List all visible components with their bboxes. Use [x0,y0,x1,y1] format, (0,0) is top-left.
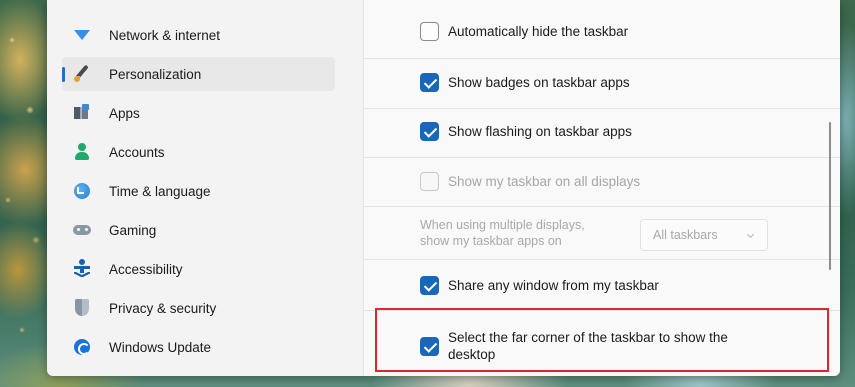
nav-item-label: Gaming [109,222,157,238]
divider [364,157,840,158]
nav-item-label: Accessibility [109,261,183,277]
show-flashing-option[interactable]: Show flashing on taskbar apps [420,122,632,141]
nav-item-label: Network & internet [109,27,221,43]
multiple-displays-label: When using multiple displays, show my ta… [420,217,620,249]
show-flashing-checkbox[interactable] [420,122,439,141]
show-badges-checkbox[interactable] [420,73,439,92]
dropdown-value: All taskbars [653,228,718,242]
nav-item-gaming[interactable]: Gaming [62,213,335,247]
shield-icon [72,298,92,318]
taskbar-apps-display-dropdown: All taskbars [640,219,768,251]
paintbrush-icon [72,64,92,84]
taskbar-behaviors-pane: Automatically hide the taskbar Show badg… [363,0,840,376]
divider [364,58,840,59]
selection-indicator [62,67,65,82]
scrollbar[interactable] [829,122,831,270]
auto-hide-taskbar-label: Automatically hide the taskbar [448,24,629,39]
nav-item-accounts[interactable]: Accounts [62,135,335,169]
show-flashing-label: Show flashing on taskbar apps [448,124,632,139]
nav-item-label: Apps [109,105,140,121]
nav-item-apps[interactable]: Apps [62,96,335,130]
nav-item-label: Windows Update [109,339,212,355]
taskbar-all-displays-checkbox [420,172,439,191]
auto-hide-taskbar-checkbox[interactable] [420,22,439,41]
person-icon [72,142,92,162]
multiple-displays-label-line1: When using multiple displays, [420,218,585,232]
nav-item-label: Time & language [109,183,211,199]
divider [364,108,840,109]
far-corner-show-desktop-label: Select the far corner of the taskbar to … [448,329,728,363]
settings-window: Network & internet Personalization Apps … [47,0,840,376]
nav-item-label: Personalization [109,66,202,82]
share-window-label: Share any window from my taskbar [448,278,659,293]
wifi-icon [72,25,92,45]
share-window-option[interactable]: Share any window from my taskbar [420,276,659,295]
nav-item-windows-update[interactable]: Windows Update [62,330,335,364]
nav-item-label: Privacy & security [109,300,217,316]
chevron-down-icon [746,230,755,239]
globe-clock-icon [72,181,92,201]
nav-item-accessibility[interactable]: Accessibility [62,252,335,286]
divider [364,206,840,207]
taskbar-all-displays-label: Show my taskbar on all displays [448,174,641,189]
far-corner-label-line1: Select the far corner of the taskbar to … [448,330,728,345]
auto-hide-taskbar-option[interactable]: Automatically hide the taskbar [420,22,628,41]
divider [364,259,840,260]
show-badges-option[interactable]: Show badges on taskbar apps [420,73,630,92]
nav-item-personalization[interactable]: Personalization [62,57,335,91]
far-corner-show-desktop-checkbox[interactable] [420,336,439,356]
nav-item-label: Accounts [109,144,165,160]
accessibility-icon [72,259,92,279]
share-window-checkbox[interactable] [420,276,439,295]
divider [364,310,840,311]
gamepad-icon [72,220,92,240]
multiple-displays-label-line2: show my taskbar apps on [420,234,562,248]
apps-icon [72,103,92,123]
taskbar-all-displays-option: Show my taskbar on all displays [420,172,640,191]
settings-nav: Network & internet Personalization Apps … [47,0,363,376]
far-corner-label-line2: desktop [448,347,496,362]
far-corner-show-desktop-option[interactable]: Select the far corner of the taskbar to … [420,329,728,363]
nav-item-network-internet[interactable]: Network & internet [62,18,335,52]
nav-item-privacy-security[interactable]: Privacy & security [62,291,335,325]
nav-item-time-language[interactable]: Time & language [62,174,335,208]
show-badges-label: Show badges on taskbar apps [448,75,630,90]
update-icon [72,337,92,357]
